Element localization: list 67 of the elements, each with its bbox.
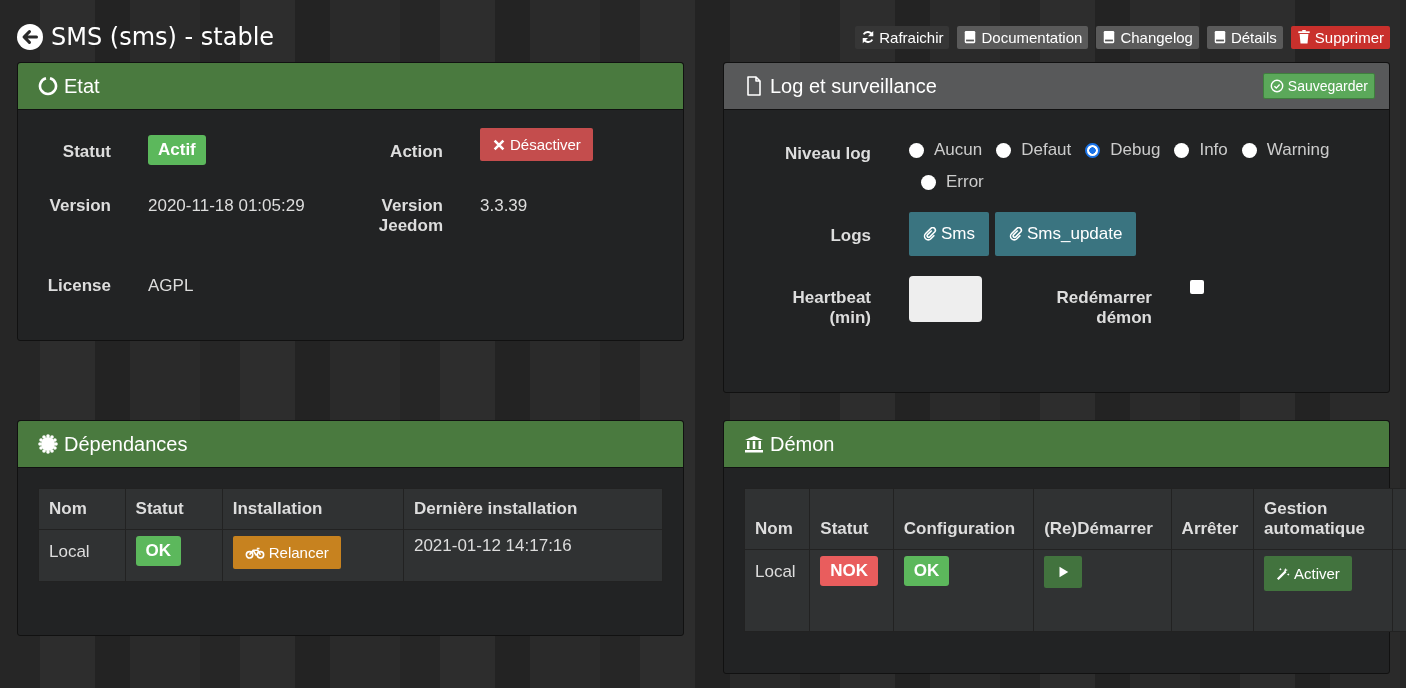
log-file-button[interactable]: Sms: [909, 212, 989, 256]
table-cell: 2021-01-12 14:17:16: [403, 529, 663, 582]
field-label: Version Jeedom: [377, 195, 443, 236]
column-header: Nom: [744, 488, 810, 550]
field-label: Niveau log: [784, 143, 871, 165]
field-label: Action: [389, 141, 443, 162]
field-label: License: [46, 275, 111, 296]
panel-title: Démon: [770, 432, 835, 456]
header-button[interactable]: Détails: [1206, 25, 1283, 49]
table-cell: Local: [744, 549, 810, 632]
magic-wand-icon: [1276, 566, 1290, 581]
log-level-radio[interactable]: Error: [921, 172, 984, 192]
page-title: SMS (sms) - stable: [51, 23, 275, 51]
column-header: Statut: [125, 488, 223, 530]
status-badge: Actif: [148, 135, 206, 165]
log-level-radio[interactable]: Defaut: [996, 140, 1072, 160]
column-header: Dernière installation: [403, 488, 663, 530]
panel-title: Dépendances: [64, 432, 188, 456]
book-icon: [963, 30, 978, 44]
field-label: Heartbeat (min): [791, 287, 871, 328]
field-label: Redémarrer démon: [1055, 288, 1152, 328]
field-label: Version: [48, 195, 111, 216]
log-level-radio[interactable]: Warning: [1241, 140, 1330, 160]
field-value: AGPL: [148, 275, 195, 296]
panel-title: Log et surveillance: [770, 74, 937, 98]
refresh-icon: [861, 30, 876, 44]
table-cell: Local: [38, 529, 126, 582]
play-button[interactable]: [1044, 556, 1083, 588]
deactivate-button[interactable]: Désactiver: [480, 128, 593, 161]
close-icon: [492, 137, 506, 152]
log-level-radio[interactable]: Aucun: [909, 140, 983, 160]
panel-title: Etat: [64, 74, 100, 98]
restart-checkbox[interactable]: [1190, 280, 1204, 294]
book-icon: [1102, 30, 1117, 44]
heartbeat-input[interactable]: [909, 276, 982, 322]
trash-icon: [1296, 30, 1311, 44]
status-badge: OK: [135, 536, 182, 566]
paperclip-icon: [1009, 227, 1023, 241]
bank-icon: [744, 434, 764, 454]
gear-icon: [38, 434, 58, 454]
status-badge: NOK: [820, 556, 879, 586]
check-circle-icon: [1269, 79, 1284, 93]
circle-notch-icon: [38, 76, 58, 96]
header-button[interactable]: Supprimer: [1290, 25, 1390, 49]
header-button[interactable]: Documentation: [957, 25, 1089, 49]
header-button[interactable]: Changelog: [1096, 25, 1199, 49]
column-header: Gestion automatique: [1253, 488, 1393, 550]
field-value: 3.3.39: [480, 195, 529, 216]
column-header: Arrêter: [1171, 488, 1254, 550]
paperclip-icon: [923, 227, 937, 241]
log-file-button[interactable]: Sms_update: [995, 212, 1137, 256]
bicycle-icon: [244, 545, 265, 560]
file-icon: [744, 76, 764, 96]
status-badge: OK: [903, 556, 950, 586]
field-value: 2020-11-18 01:05:29: [148, 195, 306, 216]
column-header: (Re)Démarrer: [1033, 488, 1172, 550]
log-level-radio[interactable]: Debug: [1085, 140, 1161, 160]
log-level-radio[interactable]: Info: [1174, 140, 1228, 160]
book-icon: [1212, 30, 1227, 44]
column-header: Statut: [809, 488, 894, 550]
field-label: Logs: [829, 225, 871, 247]
column-header: Installation: [222, 488, 404, 530]
field-label: Statut: [61, 141, 111, 162]
header-button[interactable]: Rafraichir: [855, 25, 950, 49]
column-header: Configuration: [893, 488, 1034, 550]
column-header: Nom: [38, 488, 126, 530]
activate-button[interactable]: Activer: [1264, 556, 1352, 591]
